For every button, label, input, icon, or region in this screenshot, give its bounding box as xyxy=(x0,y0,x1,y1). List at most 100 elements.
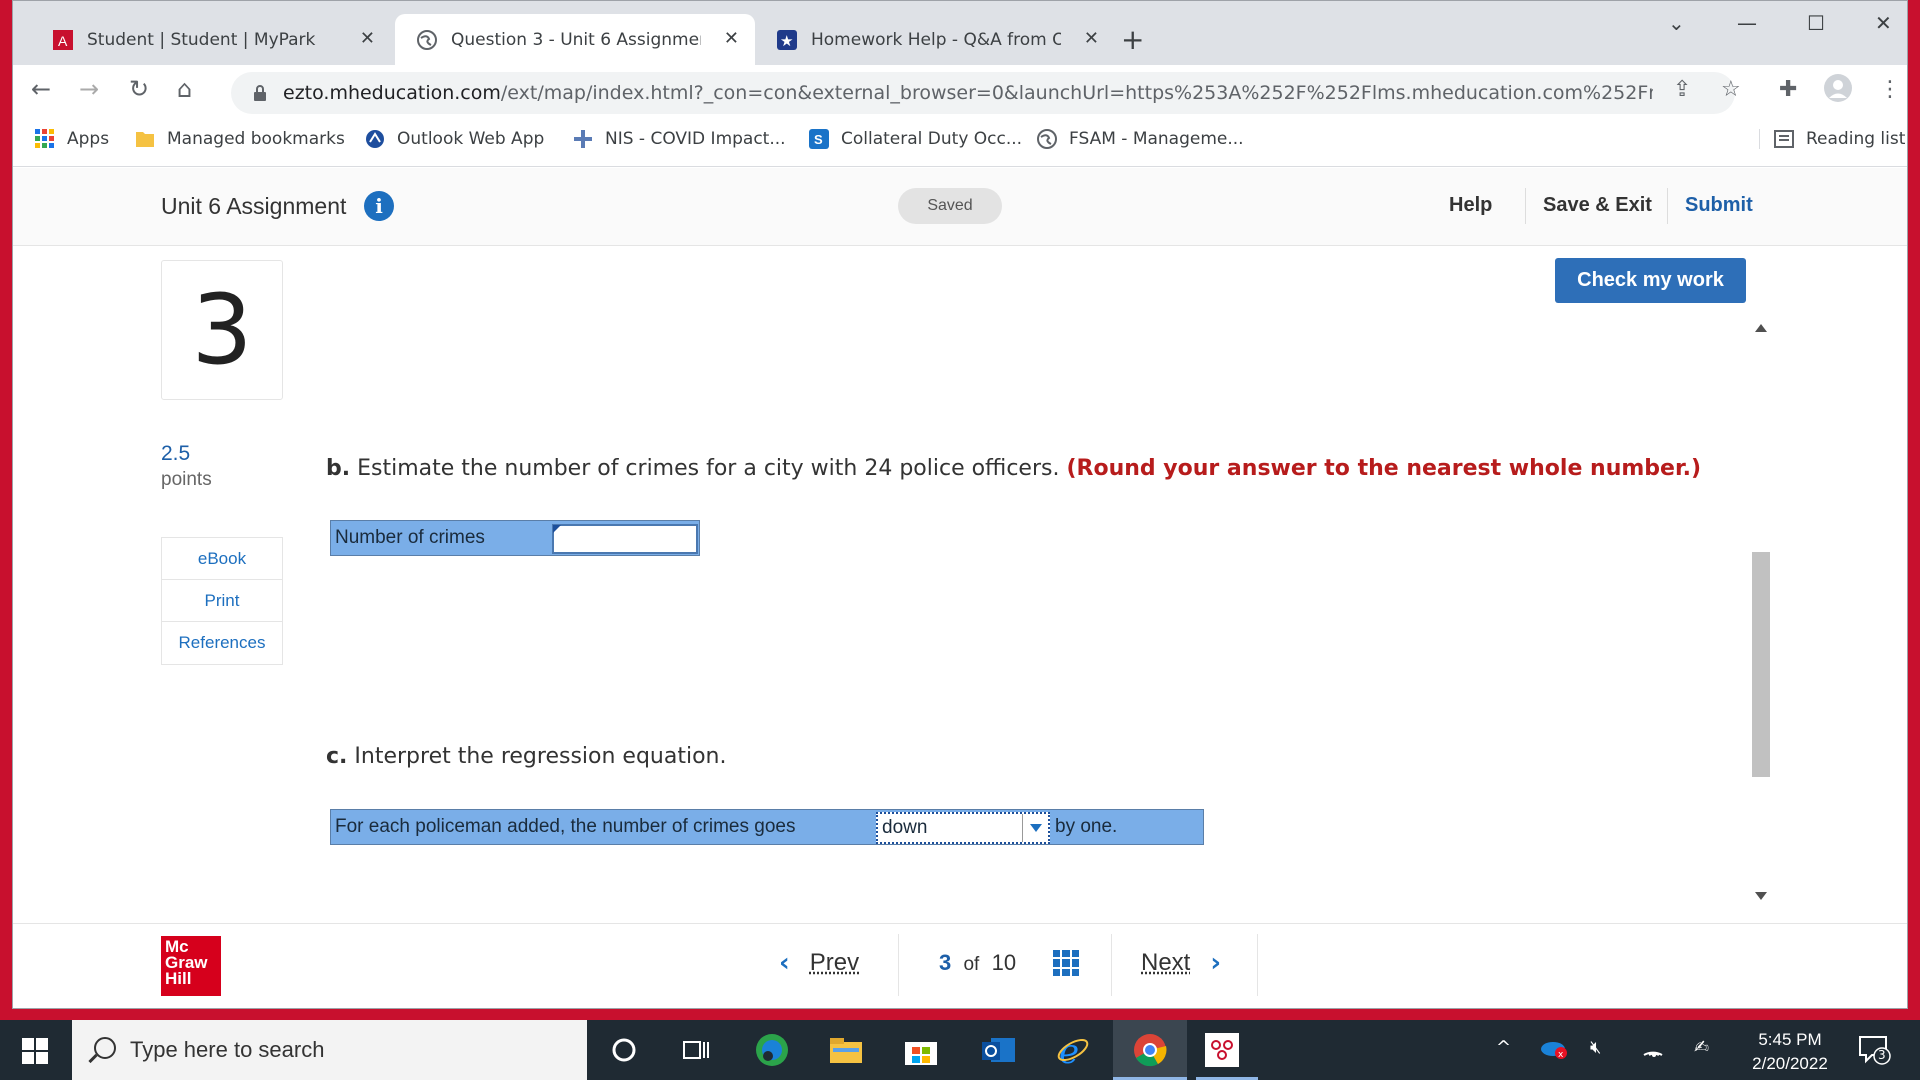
scroll-down-arrow-icon[interactable] xyxy=(1755,892,1767,900)
maximize-icon[interactable]: ☐ xyxy=(1807,11,1825,35)
tab-title: Student | Student | MyPark xyxy=(87,29,316,50)
mcgraw-hill-logo: Mc Graw Hill xyxy=(161,936,221,996)
reload-icon[interactable]: ↻ xyxy=(129,75,149,103)
number-of-crimes-input[interactable] xyxy=(552,524,698,554)
internet-explorer-icon[interactable]: e xyxy=(1053,1030,1093,1070)
divider xyxy=(1257,934,1258,996)
check-my-work-button[interactable]: Check my work xyxy=(1555,258,1746,303)
outlook-icon xyxy=(365,129,385,149)
sharepoint-icon: S xyxy=(809,129,829,149)
share-icon[interactable]: ⇪ xyxy=(1673,77,1691,102)
submit-link[interactable]: Submit xyxy=(1685,194,1753,217)
microsoft-store-icon[interactable] xyxy=(901,1030,941,1070)
info-icon[interactable]: i xyxy=(364,191,394,221)
chevron-right-icon: › xyxy=(1210,948,1222,978)
dropdown-arrow-icon[interactable] xyxy=(1022,814,1048,842)
back-arrow-icon[interactable]: ← xyxy=(31,75,51,103)
tab-title: Question 3 - Unit 6 Assignment - xyxy=(451,29,701,50)
apps-grid-icon xyxy=(35,129,55,149)
svg-text:x: x xyxy=(1558,1050,1564,1059)
bookmark-fsam[interactable]: FSAM - Manageme... xyxy=(1037,129,1244,149)
number-of-crimes-label: Number of crimes xyxy=(335,527,485,548)
chevron-left-icon: ‹ xyxy=(779,948,790,978)
browser-toolbar: ← → ↻ ⌂ ezto.mheducation.com/ext/map/ind… xyxy=(13,65,1907,119)
taskbar-search-box[interactable]: Type here to search xyxy=(72,1020,587,1080)
notifications-icon[interactable]: 3 xyxy=(1858,1034,1892,1071)
close-tab-icon[interactable]: ✕ xyxy=(360,28,375,49)
close-window-icon[interactable]: ✕ xyxy=(1875,11,1892,35)
medical-cross-icon xyxy=(573,129,593,149)
onedrive-error-icon[interactable]: x xyxy=(1540,1037,1568,1064)
tab-question-3[interactable]: Question 3 - Unit 6 Assignment - ✕ xyxy=(395,14,755,65)
chrome-icon[interactable] xyxy=(1130,1030,1170,1070)
content-scrollbar[interactable] xyxy=(1750,316,1772,906)
teams-app-icon[interactable] xyxy=(1202,1030,1242,1070)
divider xyxy=(898,934,899,996)
close-tab-icon[interactable]: ✕ xyxy=(1084,28,1099,49)
question-grid-icon[interactable] xyxy=(1053,950,1079,976)
notification-count: 3 xyxy=(1878,1048,1886,1062)
kebab-menu-icon[interactable]: ⋮ xyxy=(1879,77,1901,102)
minimize-icon[interactable]: — xyxy=(1737,11,1757,35)
wifi-icon[interactable] xyxy=(1642,1037,1664,1062)
question-footer: Mc Graw Hill ‹ Prev 3 of 10 Next › xyxy=(13,923,1907,1008)
part-c-prompt: c. Interpret the regression equation. xyxy=(326,744,727,769)
forward-arrow-icon[interactable]: → xyxy=(79,75,99,103)
bookmark-nis-covid[interactable]: NIS - COVID Impact... xyxy=(573,129,786,149)
direction-dropdown[interactable]: down xyxy=(876,812,1050,844)
assignment-header: Unit 6 Assignment i Saved Help Save & Ex… xyxy=(13,168,1907,246)
assignment-page: Unit 6 Assignment i Saved Help Save & Ex… xyxy=(13,168,1907,1008)
tab-search-chevron-icon[interactable]: ⌄ xyxy=(1668,11,1685,35)
saved-status-badge: Saved xyxy=(898,188,1002,224)
home-icon[interactable]: ⌂ xyxy=(177,75,192,103)
file-explorer-icon[interactable] xyxy=(826,1030,866,1070)
save-exit-link[interactable]: Save & Exit xyxy=(1543,194,1652,217)
points-label: points xyxy=(161,469,212,490)
edge-icon[interactable] xyxy=(752,1030,792,1070)
task-view-icon[interactable] xyxy=(676,1030,716,1070)
bookmark-star-icon[interactable]: ☆ xyxy=(1721,77,1741,102)
profile-avatar-icon[interactable] xyxy=(1823,73,1853,109)
tab-mypark[interactable]: A Student | Student | MyPark ✕ xyxy=(31,14,391,65)
address-bar[interactable]: ezto.mheducation.com/ext/map/index.html?… xyxy=(231,72,1735,114)
references-link[interactable]: References xyxy=(162,622,282,664)
scroll-up-arrow-icon[interactable] xyxy=(1755,324,1767,332)
prev-button[interactable]: ‹ Prev xyxy=(779,948,859,978)
divider xyxy=(1525,188,1526,224)
part-b-prompt: b. Estimate the number of crimes for a c… xyxy=(326,456,1702,481)
globe-icon xyxy=(417,29,437,50)
windows-start-icon[interactable] xyxy=(22,1038,48,1064)
pen-icon[interactable]: ✍︎ xyxy=(1694,1037,1709,1058)
interpretation-prefix: For each policeman added, the number of … xyxy=(335,816,796,837)
lock-icon xyxy=(254,85,266,101)
scroll-thumb[interactable] xyxy=(1752,552,1770,777)
divider xyxy=(1667,188,1668,224)
question-number: 3 xyxy=(161,260,283,400)
cortana-icon[interactable] xyxy=(604,1030,644,1070)
system-clock[interactable]: 5:45 PM 2/20/2022 xyxy=(1735,1028,1845,1076)
volume-muted-icon[interactable]: 🔇︎ xyxy=(1590,1037,1601,1058)
folder-icon xyxy=(135,129,155,149)
new-tab-plus-icon[interactable]: + xyxy=(1121,23,1144,56)
windows-taskbar: Type here to search e ^ x 🔇︎ ✍︎ 5:45 PM … xyxy=(0,1020,1920,1080)
ebook-link[interactable]: eBook xyxy=(162,538,282,580)
divider xyxy=(1111,934,1112,996)
tab-strip: A Student | Student | MyPark ✕ Question … xyxy=(13,1,1907,65)
tab-homework-help[interactable]: ★ Homework Help - Q&A from Onl ✕ xyxy=(755,14,1115,65)
bookmark-apps[interactable]: Apps xyxy=(35,129,109,149)
star-badge-icon: ★ xyxy=(777,29,797,50)
page-indicator[interactable]: 3 of 10 xyxy=(939,950,1016,976)
reading-list[interactable]: Reading list xyxy=(1759,129,1905,149)
extensions-puzzle-icon[interactable]: ✚ xyxy=(1779,77,1797,102)
outlook-icon[interactable] xyxy=(978,1030,1018,1070)
close-tab-icon[interactable]: ✕ xyxy=(724,28,739,49)
bookmark-managed[interactable]: Managed bookmarks xyxy=(135,129,345,149)
mypark-favicon-icon: A xyxy=(53,29,73,50)
print-link[interactable]: Print xyxy=(162,580,282,622)
bookmark-collateral-duty[interactable]: S Collateral Duty Occ... xyxy=(809,129,1022,149)
help-link[interactable]: Help xyxy=(1449,194,1492,217)
show-hidden-icons-chevron-icon[interactable]: ^ xyxy=(1496,1037,1511,1058)
next-button[interactable]: Next › xyxy=(1141,948,1221,978)
search-icon xyxy=(94,1037,116,1059)
bookmark-outlook[interactable]: Outlook Web App xyxy=(365,129,544,149)
